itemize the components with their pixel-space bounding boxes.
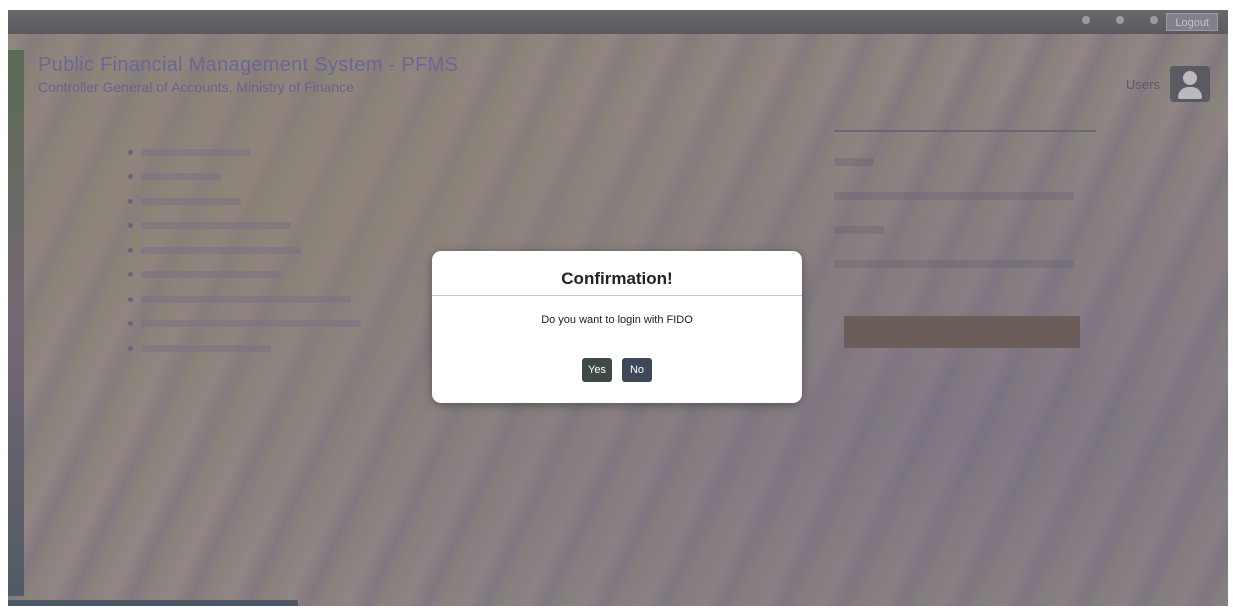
yes-button[interactable]: Yes: [582, 358, 612, 382]
dialog-divider: [432, 295, 802, 296]
screenshot-frame: Logout Public Financial Management Syste…: [8, 10, 1228, 606]
dialog-title: Confirmation!: [561, 269, 673, 288]
confirmation-dialog: Confirmation! Do you want to login with …: [432, 251, 802, 403]
dialog-actions: Yes No: [432, 358, 802, 382]
dialog-message: Do you want to login with FIDO: [541, 314, 693, 326]
no-button[interactable]: No: [622, 358, 652, 382]
